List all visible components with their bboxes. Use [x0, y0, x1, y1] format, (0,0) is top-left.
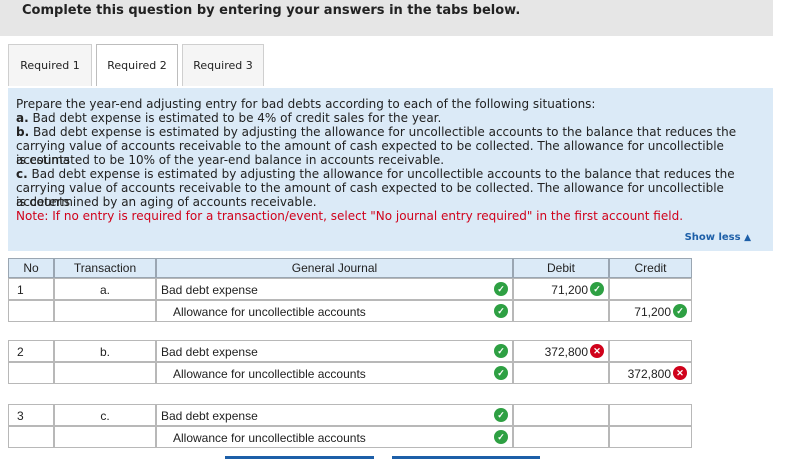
transaction-cell — [54, 300, 156, 322]
no-cell: 1 — [8, 278, 54, 300]
account-field-text: Allowance for uncollectible accounts — [173, 305, 366, 319]
tab-required-3[interactable]: Required 3 — [182, 44, 264, 86]
transaction-cell-text: a. — [99, 283, 110, 297]
header-credit: Credit — [609, 258, 692, 278]
credit-field[interactable] — [609, 426, 692, 448]
account-field-text: Allowance for uncollectible accounts — [173, 367, 366, 381]
check-icon: ✓ — [494, 282, 508, 296]
account-field[interactable]: Bad debt expense ✓ — [156, 340, 513, 362]
situation-a-label: a. — [16, 111, 29, 125]
header-transaction: Transaction — [54, 258, 156, 278]
question-header: Complete this question by entering your … — [0, 0, 773, 36]
situation-b-line-3: is estimated to be 10% of the year-end b… — [16, 153, 445, 167]
debit-field[interactable] — [513, 362, 609, 384]
situation-b-text-1: Bad debt expense is estimated by adjusti… — [29, 125, 737, 139]
account-field[interactable]: Allowance for uncollectible accounts ✓ — [156, 300, 513, 322]
check-icon: ✓ — [494, 408, 508, 422]
debit-field[interactable]: 372,800 ✕ — [513, 340, 609, 362]
no-cell — [8, 426, 54, 448]
transaction-cell: b. — [54, 340, 156, 362]
no-cell: 2 — [8, 340, 54, 362]
check-icon: ✓ — [494, 304, 508, 318]
show-less-label: Show less — [684, 232, 741, 243]
check-icon: ✓ — [494, 366, 508, 380]
situation-c-line-1: c. Bad debt expense is estimated by adju… — [16, 167, 768, 181]
account-field[interactable]: Allowance for uncollectible accounts ✓ — [156, 426, 513, 448]
no-cell — [8, 362, 54, 384]
no-cell-text: 2 — [17, 345, 24, 359]
situation-c-text-1: Bad debt expense is estimated by adjusti… — [27, 167, 735, 181]
situation-b-label: b. — [16, 125, 30, 139]
header-debit: Debit — [513, 258, 609, 278]
check-icon: ✓ — [494, 344, 508, 358]
account-field-text: Allowance for uncollectible accounts — [173, 431, 366, 445]
account-field-text: Bad debt expense — [161, 345, 258, 359]
debit-field[interactable] — [513, 426, 609, 448]
credit-field[interactable] — [609, 278, 692, 300]
tab-required-1[interactable]: Required 1 — [8, 44, 92, 86]
no-cell-text: 3 — [17, 409, 24, 423]
debit-field-text: 372,800 — [544, 345, 588, 359]
transaction-cell-text: b. — [99, 345, 110, 359]
debit-field[interactable] — [513, 300, 609, 322]
transaction-cell: a. — [54, 278, 156, 300]
debit-field-text: 71,200 — [551, 283, 588, 297]
account-field[interactable]: Bad debt expense ✓ — [156, 404, 513, 426]
credit-field[interactable] — [609, 340, 692, 362]
transaction-cell-text: c. — [100, 409, 110, 423]
no-cell-text: 1 — [17, 283, 24, 297]
header-general-journal: General Journal — [156, 258, 513, 278]
cross-icon: ✕ — [673, 366, 687, 380]
transaction-cell: c. — [54, 404, 156, 426]
credit-field[interactable] — [609, 404, 692, 426]
credit-field[interactable]: 71,200 ✓ — [609, 300, 692, 322]
check-icon: ✓ — [590, 282, 604, 296]
account-field-text: Bad debt expense — [161, 409, 258, 423]
transaction-cell — [54, 426, 156, 448]
instructions-panel: Prepare the year-end adjusting entry for… — [8, 88, 773, 251]
no-cell: 3 — [8, 404, 54, 426]
show-less-link[interactable]: Show less ▲ — [685, 231, 751, 245]
cross-icon: ✕ — [590, 344, 604, 358]
account-field-text: Bad debt expense — [161, 283, 258, 297]
instructions-note: Note: If no entry is required for a tran… — [16, 209, 684, 223]
header-no: No — [8, 258, 54, 278]
situation-a-text: Bad debt expense is estimated to be 4% o… — [28, 111, 442, 125]
transaction-cell — [54, 362, 156, 384]
situation-c-label: c. — [16, 167, 28, 181]
instructions-intro: Prepare the year-end adjusting entry for… — [16, 97, 596, 111]
question-title: Complete this question by entering your … — [22, 3, 521, 18]
no-cell — [8, 300, 54, 322]
account-field[interactable]: Bad debt expense ✓ — [156, 278, 513, 300]
check-icon: ✓ — [494, 430, 508, 444]
debit-field[interactable] — [513, 404, 609, 426]
check-icon: ✓ — [673, 304, 687, 318]
account-field[interactable]: Allowance for uncollectible accounts ✓ — [156, 362, 513, 384]
credit-field-text: 372,800 — [627, 367, 671, 381]
credit-field-text: 71,200 — [634, 305, 671, 319]
triangle-up-icon: ▲ — [744, 233, 751, 243]
credit-field[interactable]: 372,800 ✕ — [609, 362, 692, 384]
situation-a: a. Bad debt expense is estimated to be 4… — [16, 111, 768, 125]
tab-required-2[interactable]: Required 2 — [96, 44, 178, 86]
debit-field[interactable]: 71,200 ✓ — [513, 278, 609, 300]
situation-b-line-1: b. Bad debt expense is estimated by adju… — [16, 125, 768, 139]
situation-c-line-3: is determined by an aging of accounts re… — [16, 195, 317, 209]
